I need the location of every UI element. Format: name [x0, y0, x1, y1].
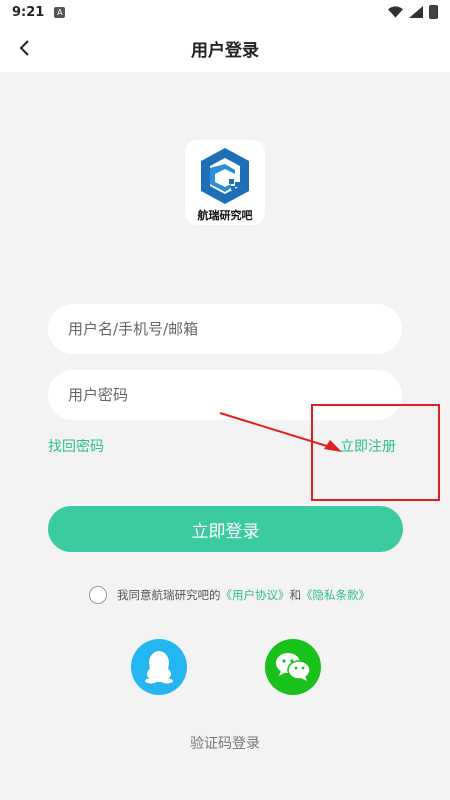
battery-icon — [429, 5, 438, 19]
back-button[interactable] — [10, 34, 38, 62]
agreement-row: 我同意航瑞研究吧的 《用户协议》 和 《隐私条款》 — [89, 586, 370, 604]
app-logo: 航瑞研究吧 — [185, 140, 265, 225]
sms-login-link[interactable]: 验证码登录 — [0, 733, 450, 753]
agreement-and-text: 和 — [289, 588, 302, 602]
login-button[interactable]: 立即登录 — [48, 506, 403, 552]
logo-icon — [201, 148, 249, 204]
privacy-policy-link[interactable]: 《隐私条款》 — [301, 587, 370, 603]
status-time: 9:21 — [12, 4, 45, 20]
page-title: 用户登录 — [191, 40, 259, 61]
header: 用户登录 — [0, 24, 450, 72]
wifi-icon — [388, 6, 403, 18]
user-agreement-link[interactable]: 《用户协议》 — [221, 587, 290, 603]
chevron-left-icon — [19, 40, 29, 56]
agreement-text: 我同意航瑞研究吧的 — [117, 588, 221, 602]
qq-icon — [145, 651, 173, 684]
status-icons — [388, 5, 438, 19]
forgot-password-link[interactable]: 找回密码 — [48, 436, 104, 456]
qq-login-button[interactable] — [131, 639, 187, 695]
status-bar: 9:21 A — [0, 0, 450, 24]
wechat-login-button[interactable] — [265, 639, 321, 695]
annotation-highlight-box — [311, 404, 440, 501]
username-input[interactable] — [48, 304, 402, 354]
logo-text: 航瑞研究吧 — [197, 209, 253, 222]
agree-checkbox[interactable] — [89, 586, 107, 604]
notification-icon: A — [54, 6, 66, 18]
wechat-icon — [276, 653, 311, 681]
signal-icon — [409, 6, 423, 18]
